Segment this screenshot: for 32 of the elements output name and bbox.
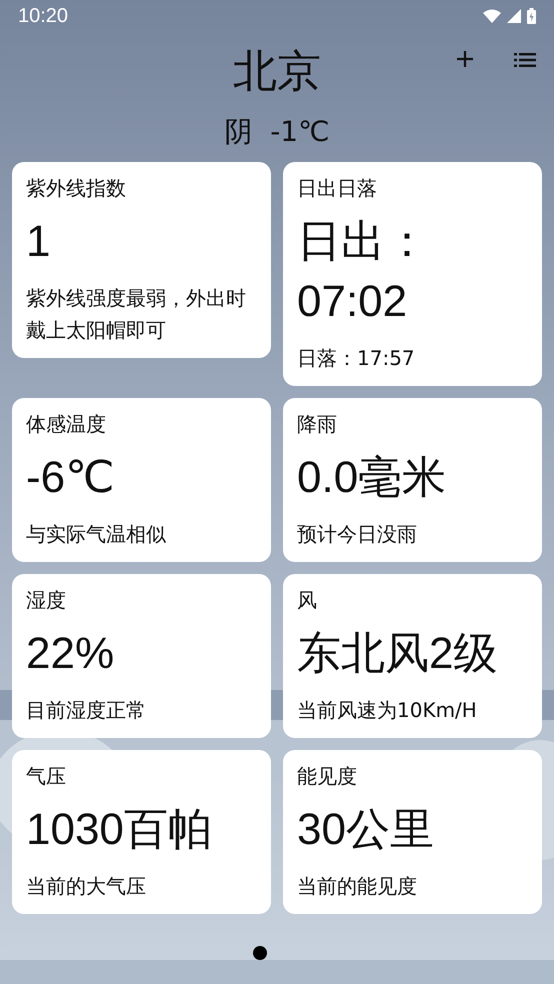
card-title: 降雨: [297, 411, 338, 438]
card-title: 风: [297, 587, 318, 614]
current-weather: 阴 -1℃: [223, 114, 331, 150]
card-value: 1030百帕: [26, 804, 213, 856]
card-value: 0.0毫米: [297, 452, 448, 504]
card-value: 22%: [26, 628, 116, 680]
card-title: 湿度: [26, 587, 67, 614]
wifi-icon: [483, 9, 501, 23]
card-value: 日出：07:02: [297, 216, 430, 328]
card-title: 日出日落: [297, 175, 378, 202]
city-title: 北京: [233, 45, 321, 99]
card-title: 体感温度: [26, 411, 107, 438]
card-value: 30公里: [297, 804, 435, 856]
card-value: 东北风2级: [297, 628, 498, 680]
card-title: 紫外线指数: [26, 175, 127, 202]
status-time: 10:20: [18, 4, 68, 28]
card-description: 当前的大气压: [26, 873, 147, 900]
card-description: 与实际气温相似: [26, 521, 167, 548]
card-title: 气压: [26, 763, 67, 790]
card-value: 1: [26, 216, 52, 268]
add-icon[interactable]: [456, 50, 474, 68]
battery-icon: [527, 8, 536, 24]
list-icon[interactable]: [514, 53, 536, 67]
card-description: 目前湿度正常: [26, 697, 147, 724]
card-title: 能见度: [297, 763, 358, 790]
card-description: 当前风速为10Km/H: [297, 697, 478, 724]
card-description: 日落：17:57: [297, 345, 416, 372]
card-description: 当前的能见度: [297, 873, 418, 900]
signal-icon: [507, 9, 521, 23]
card-description: 预计今日没雨: [297, 521, 418, 548]
card-description: 紫外线强度最弱，外出时戴上太阳帽即可: [26, 285, 247, 344]
card-value: -6℃: [26, 452, 116, 504]
